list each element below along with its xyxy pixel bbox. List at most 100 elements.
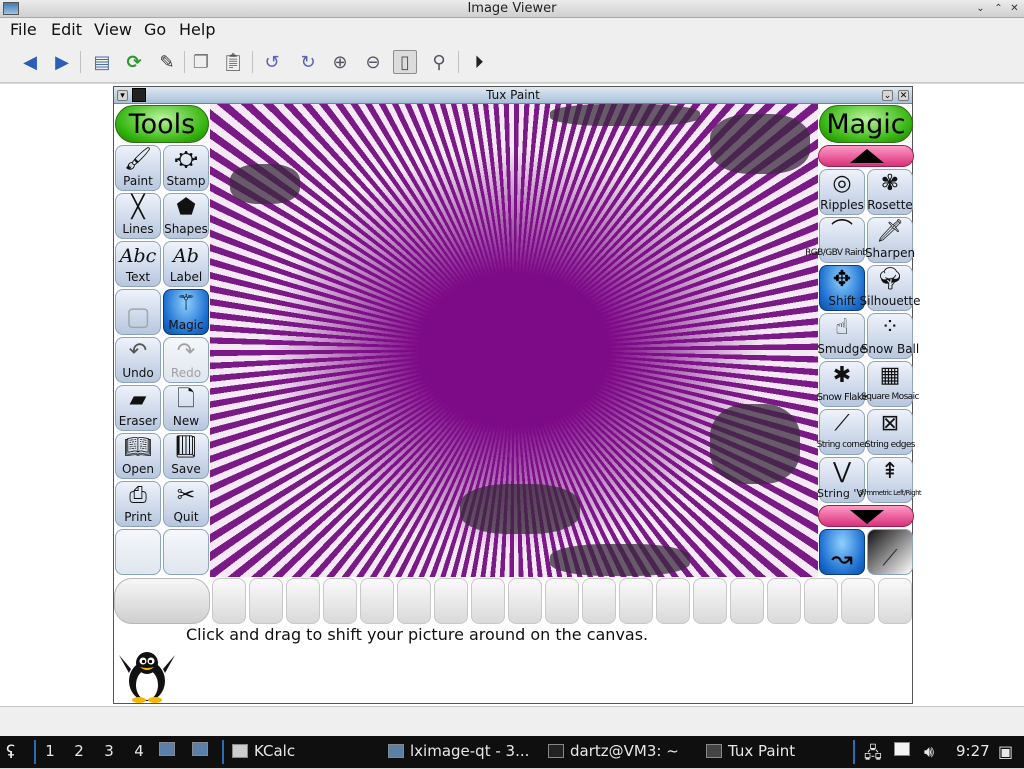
magic-scroll-up-button[interactable] [818, 145, 914, 167]
tool-eraser[interactable]: ▰ Eraser [115, 385, 161, 431]
task-kcalc[interactable]: KCalc [232, 742, 295, 760]
taskbar-separator [222, 740, 224, 764]
minimize-button[interactable]: ⌄ [974, 3, 987, 15]
magic-string-corner[interactable]: ⟋ String corner [817, 409, 868, 455]
task-terminal[interactable]: dartz@VM3: ~ [548, 742, 679, 760]
color-swatch[interactable] [656, 578, 690, 624]
tool-label[interactable]: Ab Label [163, 241, 209, 287]
tool-open[interactable]: 📖︎ Open [115, 433, 161, 479]
color-swatch[interactable] [434, 578, 468, 624]
clock[interactable]: 9:27 [956, 742, 990, 760]
menu-go[interactable]: Go [144, 20, 166, 39]
file-manager-launcher[interactable] [159, 742, 175, 756]
tool-paint[interactable]: 🖌︎ Paint [115, 145, 161, 191]
color-swatch[interactable] [323, 578, 357, 624]
tool-text[interactable]: Abc Text [115, 241, 161, 287]
color-swatch[interactable] [286, 578, 320, 624]
start-menu-icon[interactable]: ʢ [6, 742, 15, 763]
new-document-icon: 🗋︎ [177, 387, 195, 412]
network-icon[interactable]: 🖧︎ [864, 742, 882, 769]
color-swatch[interactable] [693, 578, 727, 624]
color-swatch[interactable] [582, 578, 616, 624]
magic-sharpen[interactable]: 🗡︎ Sharpen [865, 217, 915, 263]
magic-mode-fullscreen[interactable]: ⟋ [867, 529, 913, 575]
arrow-down-icon [850, 510, 884, 524]
color-swatch[interactable] [804, 578, 838, 624]
tool-lines[interactable]: ╳ Lines [115, 193, 161, 239]
text-icon: Abc [119, 245, 157, 267]
reload-icon[interactable]: ⟳ [122, 50, 146, 74]
color-swatch[interactable] [471, 578, 505, 624]
drawing-canvas[interactable] [210, 104, 818, 577]
rotate-left-icon[interactable]: ↺ [260, 50, 284, 74]
printer-icon: ⎙ [129, 483, 147, 508]
magic-snow-ball[interactable]: ⁘ Snow Ball [861, 313, 919, 359]
magic-smudge[interactable]: ☝︎ Smudge [817, 313, 867, 359]
desktop-3[interactable]: 3 [97, 742, 121, 760]
magic-wand-icon: ⚚ [176, 291, 196, 316]
image-viewer-launcher[interactable] [192, 742, 208, 756]
paste-icon[interactable]: 📋︎ [221, 50, 245, 74]
tool-blank[interactable]: ▢ [115, 289, 161, 335]
color-swatch[interactable] [619, 578, 653, 624]
desktop-2[interactable]: 2 [67, 742, 91, 760]
tool-stamp[interactable]: ⛮ Stamp [163, 145, 209, 191]
task-lximage[interactable]: lximage-qt - 3... [388, 742, 529, 760]
color-swatch[interactable] [508, 578, 542, 624]
tool-save[interactable]: 📕︎ Save [163, 433, 209, 479]
rotate-right-icon[interactable]: ↻ [296, 50, 320, 74]
magic-symmetric-left-right[interactable]: ⇞ Symmetric Left/Right [859, 457, 922, 503]
magic-shift[interactable]: ✥ Shift [819, 265, 865, 311]
copy-icon[interactable]: ❐ [189, 50, 213, 74]
zoom-out-icon[interactable]: ⊖ [361, 50, 385, 74]
clipboard-icon[interactable] [894, 742, 910, 756]
magic-rosette[interactable]: ✾ Rosette [867, 169, 913, 215]
window-titlebar: Image Viewer ⌄ ⌃ ✕ [0, 0, 1024, 18]
color-swatch[interactable] [767, 578, 801, 624]
tool-print[interactable]: ⎙ Print [115, 481, 161, 527]
original-size-icon[interactable]: ⚲ [427, 50, 451, 74]
tool-redo[interactable]: ↷ Redo [163, 337, 209, 383]
tool-magic[interactable]: ⚚ Magic [163, 289, 209, 335]
menu-help[interactable]: Help [179, 20, 215, 39]
tool-new[interactable]: 🗋︎ New [163, 385, 209, 431]
magic-string-edges[interactable]: ⊠ String edges [865, 409, 915, 455]
close-button[interactable]: ✕ [1008, 3, 1021, 15]
task-tux-paint[interactable]: Tux Paint [706, 742, 795, 760]
volume-icon[interactable]: 🔊︎ [924, 742, 934, 762]
menu-edit[interactable]: Edit [51, 20, 82, 39]
magic-square-mosaic[interactable]: ▦ Square Mosaic [861, 361, 919, 407]
back-icon[interactable]: ◀ [18, 50, 42, 74]
color-swatch[interactable] [249, 578, 283, 624]
color-swatch[interactable] [397, 578, 431, 624]
color-swatch[interactable] [212, 578, 246, 624]
desktop-4[interactable]: 4 [127, 742, 151, 760]
color-swatch[interactable] [360, 578, 394, 624]
magic-mode-paint[interactable]: ↝ [819, 529, 865, 575]
color-swatch[interactable] [545, 578, 579, 624]
forward-icon[interactable]: ▶ [50, 50, 74, 74]
slideshow-icon[interactable]: ⏵ [467, 50, 491, 74]
magic-paint-mode-icon: ↝ [831, 544, 853, 574]
desktop-1[interactable]: 1 [38, 742, 62, 760]
menu-file[interactable]: File [10, 20, 37, 39]
magic-ripples[interactable]: ◎ Ripples [819, 169, 865, 215]
magic-snow-flake[interactable]: ✱ Snow Flake [817, 361, 868, 407]
tool-shapes[interactable]: ⬟ Shapes [163, 193, 209, 239]
maximize-button[interactable]: ⌃ [992, 3, 1005, 15]
color-swatch[interactable] [730, 578, 764, 624]
zoom-in-icon[interactable]: ⊕ [328, 50, 352, 74]
tool-undo[interactable]: ↶ Undo [115, 337, 161, 383]
open-icon[interactable]: ▤ [90, 50, 114, 74]
magic-silhouette[interactable]: 🌳︎ Silhouette [860, 265, 921, 311]
magic-rainbow[interactable]: ⌒ RGB/GBV Rainbow [805, 217, 879, 263]
fit-icon[interactable]: ▯ [393, 50, 417, 74]
magic-scroll-down-button[interactable] [818, 505, 914, 527]
color-swatch[interactable] [841, 578, 875, 624]
show-desktop-icon[interactable]: ▣ [998, 742, 1013, 761]
color-swatch[interactable] [878, 578, 912, 624]
menu-view[interactable]: View [94, 20, 132, 39]
lximage-icon [388, 744, 404, 758]
edit-icon[interactable]: ✎ [155, 50, 179, 74]
tool-quit[interactable]: ✂︎ Quit [163, 481, 209, 527]
